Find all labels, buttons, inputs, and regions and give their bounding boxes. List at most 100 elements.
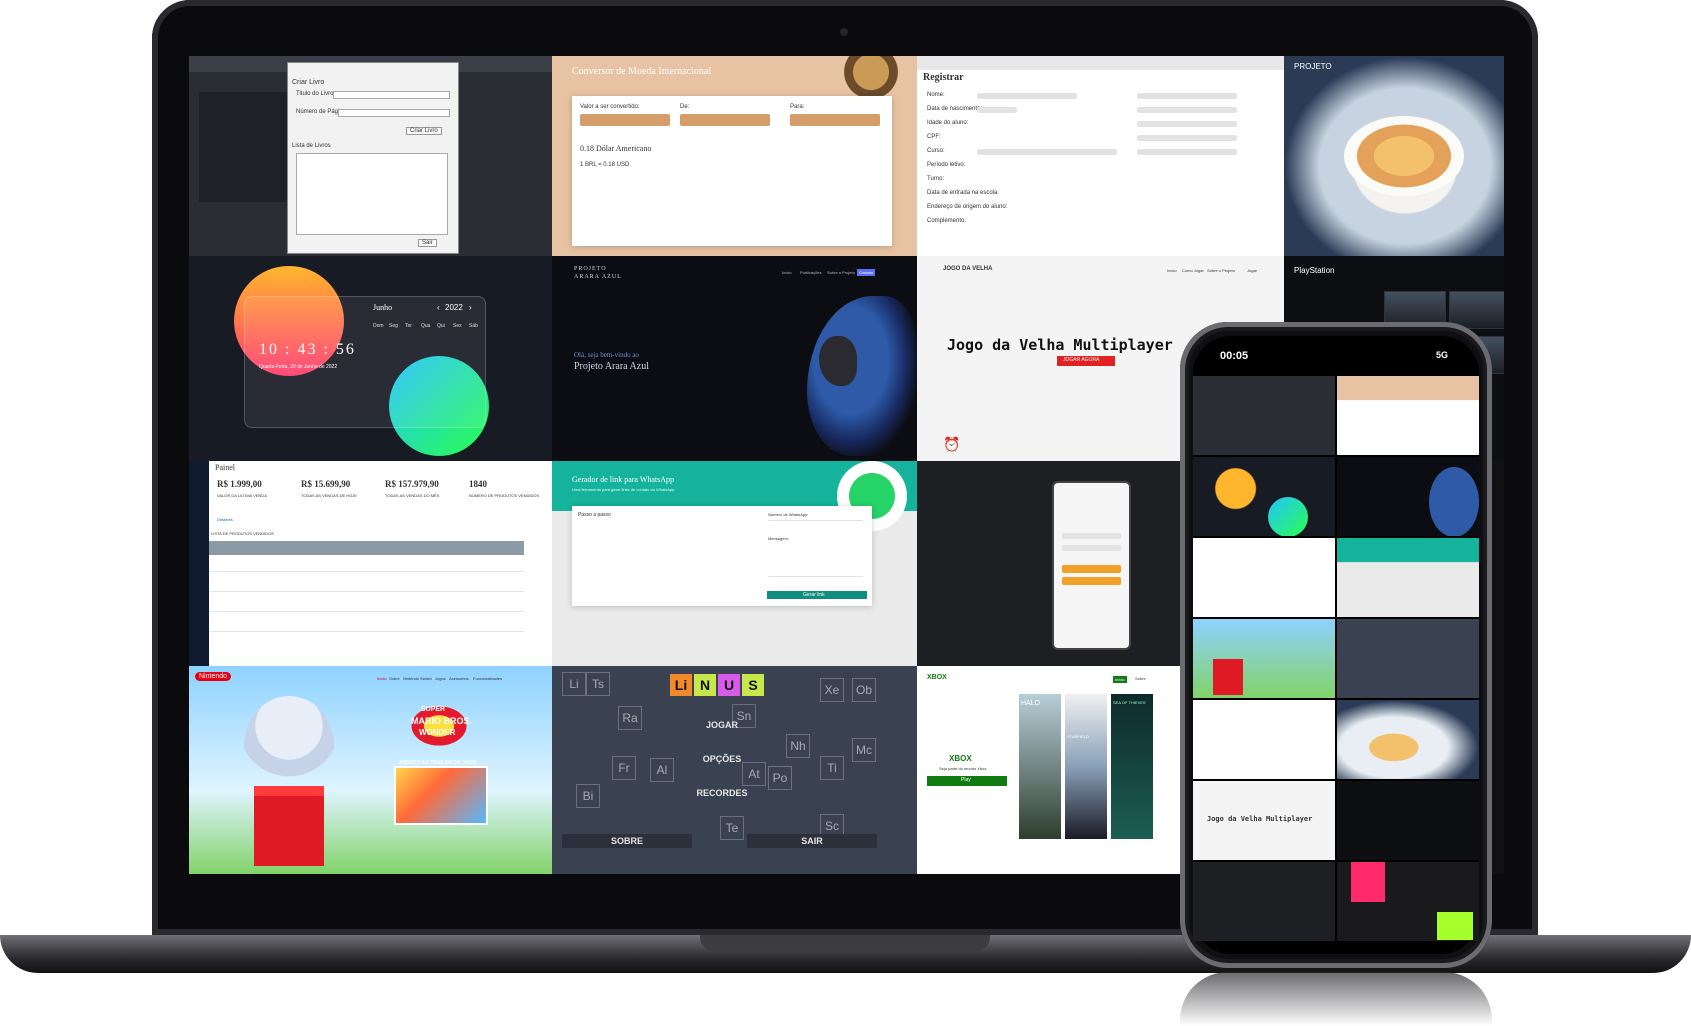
phone-tile-converter[interactable] [1337, 376, 1479, 455]
phone-tile-speaker[interactable] [1337, 862, 1479, 941]
stat-label: VALOR DA ÚLTIMA VENDA [217, 493, 267, 498]
tile-sales-dashboard[interactable]: Painel R$ 1.999,00 VALOR DA ÚLTIMA VENDA… [189, 461, 552, 666]
book-list[interactable] [296, 153, 448, 235]
about-button[interactable]: SOBRE [562, 834, 692, 848]
tile-student-register[interactable]: Registrar Nome: Data de nascimento: Idad… [917, 56, 1284, 256]
menu-records[interactable]: RECORDES [552, 788, 892, 798]
from-select[interactable] [680, 114, 770, 126]
form-input[interactable] [977, 93, 1077, 99]
form-label: Complemento: [927, 218, 967, 224]
game-boxart[interactable] [394, 766, 488, 825]
menu-options[interactable]: OPÇÕES [552, 754, 892, 764]
nav-link[interactable]: Acessórios [449, 676, 469, 681]
nav-link[interactable]: Funcionalidades [473, 676, 502, 681]
nav-link[interactable]: Jogos [435, 676, 446, 681]
emulator-input[interactable] [1062, 545, 1121, 551]
phone-tile-linus[interactable] [1337, 619, 1479, 698]
form-input[interactable] [1137, 149, 1237, 155]
tile-whatsapp-link[interactable]: Gerador de link para WhatsApp Uma ferram… [552, 461, 917, 666]
form-label: Nome: [927, 92, 945, 98]
poster-sea-of-thieves[interactable]: SEA OF THIEVES [1111, 694, 1153, 839]
amount-input[interactable] [580, 114, 670, 126]
phone-tile-velha[interactable]: Jogo da Velha Multiplayer [1193, 781, 1335, 860]
nav-link[interactable]: Jogar [1247, 268, 1257, 273]
nav-link[interactable]: Publicações [800, 270, 822, 275]
next-month-icon[interactable]: › [469, 303, 472, 312]
details-link[interactable]: Detalhes [217, 517, 233, 522]
poster-starfield[interactable]: STARFIELD [1065, 694, 1107, 839]
prev-month-icon[interactable]: ‹ [437, 303, 440, 312]
exit-button[interactable]: SAIR [747, 834, 877, 848]
tile-arara-azul[interactable]: PROJETO ARARA AZUL Olá, seja bem-vindo a… [552, 256, 917, 461]
xbox-play-button[interactable]: Play [927, 776, 1007, 786]
emulator-button[interactable] [1062, 577, 1121, 585]
tile-food-photo[interactable]: PROJETO [1284, 56, 1504, 256]
play-now-button[interactable]: JOGAR AGORA [1057, 356, 1115, 366]
generate-link-button[interactable]: Gerar link [767, 591, 867, 599]
velha-title: Jogo da Velha Multiplayer [1207, 815, 1313, 823]
weekday-header: Qua [421, 323, 431, 329]
generate-link-label: Gerar link [803, 592, 825, 598]
wa-card-title: Passo a passo [578, 512, 611, 518]
contact-button[interactable]: Contato [857, 269, 876, 276]
book-list-title: Lista de Livros [292, 143, 331, 149]
phone-tile-dashboard[interactable] [1193, 538, 1335, 617]
pages-input[interactable] [338, 109, 450, 117]
form-input[interactable] [1137, 93, 1237, 99]
phone-tile-food[interactable] [1337, 700, 1479, 779]
phone-tile-whatsapp[interactable] [1337, 538, 1479, 617]
form-input[interactable] [977, 149, 1117, 155]
nav-link[interactable]: Início [1113, 676, 1127, 683]
nav-link[interactable]: Início [1167, 268, 1177, 273]
xbox-hero-logo: XBOX [949, 754, 972, 763]
phone-tile-mario[interactable] [1193, 619, 1335, 698]
alarm-icon: ⏰ [943, 436, 961, 452]
form-label: Data de nascimento: [927, 106, 983, 112]
phone-tile-emulator[interactable] [1193, 862, 1335, 941]
converted-result: 0.18 Dólar Americano [580, 144, 652, 153]
nav-link[interactable]: Nintendo Switch [403, 676, 432, 681]
phone-tile-register[interactable] [1193, 700, 1335, 779]
tile-linus-game[interactable]: Li Ts Ra Fr Al Bi Xe Ob Mc Ti Sn Sc Po A… [552, 666, 917, 874]
stat-value: R$ 1.999,00 [217, 479, 262, 489]
form-input[interactable] [1137, 107, 1237, 113]
form-input[interactable] [977, 107, 1017, 113]
warp-pipe [254, 786, 324, 866]
nav-link[interactable]: Como Jogar [1182, 268, 1204, 273]
warp-pipe [1213, 659, 1243, 695]
bg-element: Te [720, 816, 744, 840]
xbox-tagline: Seja parte do mundo Xbox [939, 766, 987, 771]
weekday-header: Ter [405, 323, 412, 329]
emulator-input[interactable] [1062, 533, 1121, 539]
phone-tile-clock[interactable] [1193, 457, 1335, 536]
form-input[interactable] [1137, 121, 1237, 127]
cheetah-image [817, 56, 907, 96]
nav-link[interactable]: Sobre [1135, 676, 1146, 681]
nav-link[interactable]: Início [782, 270, 792, 275]
to-select[interactable] [790, 114, 880, 126]
book-title-input[interactable] [333, 91, 450, 99]
nav-link[interactable]: Início [377, 676, 387, 681]
exit-button[interactable]: Sair [418, 239, 437, 247]
wa-number-input[interactable] [768, 520, 863, 521]
nav-link[interactable]: Sobre o Projeto [1207, 268, 1235, 273]
tile-java-ide[interactable]: Criar Livro Titulo do Livro: Número de P… [189, 56, 552, 256]
phone-tile-ide[interactable] [1193, 376, 1335, 455]
from-label: De: [680, 104, 690, 110]
form-label: Turno: [927, 176, 945, 182]
plate-image [1344, 116, 1464, 196]
phone-tile-playstation[interactable] [1337, 781, 1479, 860]
menu-play[interactable]: JOGAR [552, 720, 892, 730]
weekday-header: Sáb [469, 323, 478, 329]
tile-clock-calendar[interactable]: Junho ‹ 2022 › Dom Seg Ter Qua Qui Sex S… [189, 256, 552, 461]
phone-tile-arara[interactable] [1337, 457, 1479, 536]
wa-message-input[interactable] [768, 576, 863, 577]
form-input[interactable] [1137, 135, 1237, 141]
emulator-button[interactable] [1062, 565, 1121, 573]
nav-link[interactable]: Sobre [389, 676, 400, 681]
nav-link[interactable]: Sobre o Projeto [827, 270, 855, 275]
tile-currency-converter[interactable]: Conversor de Moeda Internacional Valor a… [552, 56, 917, 256]
tile-mario-wonder[interactable]: Nintendo Início Sobre Nintendo Switch Jo… [189, 666, 552, 874]
poster-halo[interactable]: HALO [1019, 694, 1061, 839]
create-book-button[interactable]: Criar Livro [406, 127, 442, 135]
